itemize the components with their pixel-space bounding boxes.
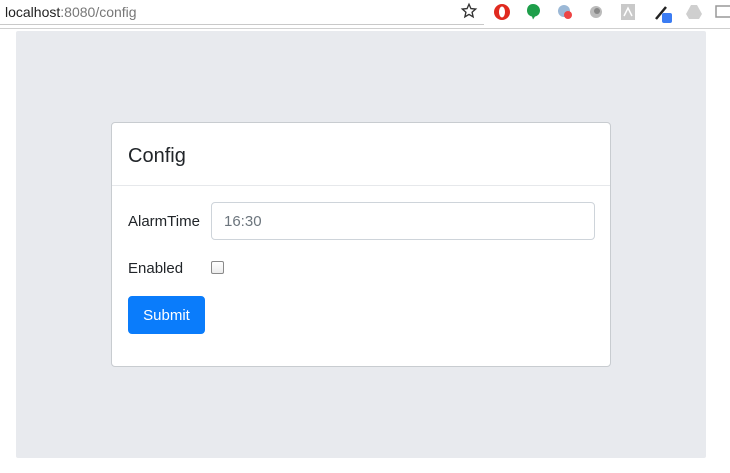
evernote-icon[interactable]	[523, 2, 543, 22]
color-picker-icon[interactable]	[652, 2, 674, 24]
bookmark-star-icon[interactable]	[460, 2, 478, 20]
alarm-time-label: AlarmTime	[128, 213, 200, 230]
pdf-icon[interactable]	[618, 2, 638, 22]
address-bar[interactable]: localhost:8080/config	[0, 0, 484, 25]
toolbar-divider	[0, 28, 730, 29]
opera-icon[interactable]	[492, 2, 512, 22]
page-title: Config	[128, 145, 186, 167]
drive-icon[interactable]	[684, 2, 704, 22]
card-header: Config	[112, 123, 610, 186]
alarm-time-input[interactable]	[211, 202, 595, 240]
browser-toolbar: localhost:8080/config	[0, 0, 730, 25]
submit-button[interactable]: Submit	[128, 296, 205, 334]
enabled-checkbox[interactable]	[211, 261, 224, 274]
url-port: :8080	[60, 4, 96, 20]
cloud-sync-icon[interactable]	[555, 2, 575, 22]
config-card: Config AlarmTime Enabled Submit	[111, 122, 611, 367]
circle-extension-icon[interactable]	[586, 2, 606, 22]
url-path: /config	[95, 4, 137, 20]
enabled-label: Enabled	[128, 260, 184, 277]
cast-icon[interactable]	[714, 2, 730, 22]
url-host: localhost	[5, 4, 61, 20]
url-text: localhost:8080/config	[5, 4, 137, 20]
